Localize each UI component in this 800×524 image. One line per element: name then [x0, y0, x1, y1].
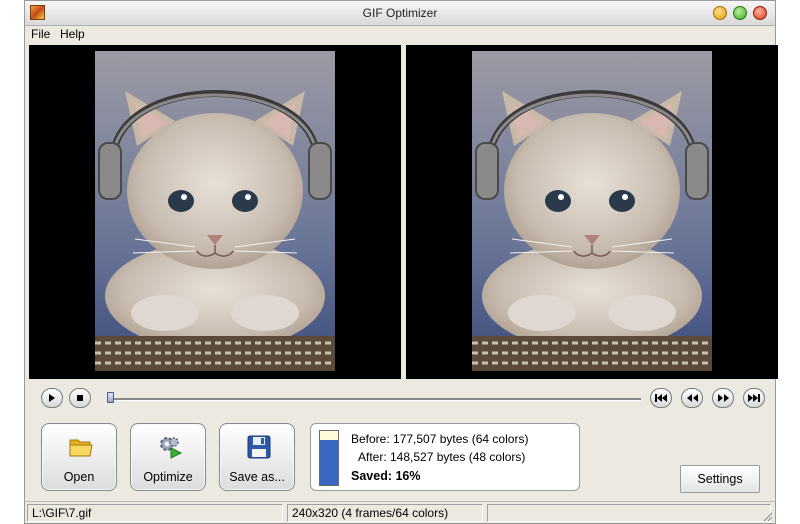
resize-grip-icon[interactable] [761, 510, 773, 522]
last-frame-icon [748, 394, 760, 402]
original-image [95, 51, 335, 371]
size-ratio-bar [319, 430, 339, 486]
minimize-button[interactable] [713, 6, 727, 20]
after-size-text: After: 148,527 bytes (48 colors) [358, 450, 526, 464]
status-image-info: 240x320 (4 frames/64 colors) [287, 504, 483, 522]
optimized-preview-pane [406, 45, 778, 379]
status-bar: L:\GIF\7.gif 240x320 (4 frames/64 colors… [25, 501, 775, 524]
optimize-button[interactable]: Optimize [130, 423, 206, 491]
stop-icon [77, 395, 83, 401]
next-frame-icon [717, 394, 729, 402]
play-button[interactable] [41, 388, 63, 408]
menu-bar: File Help [25, 25, 775, 43]
menu-file[interactable]: File [31, 27, 50, 41]
previous-frame-icon [686, 394, 698, 402]
gear-play-icon [160, 437, 183, 459]
first-frame-icon [655, 394, 667, 402]
status-file-path: L:\GIF\7.gif [27, 504, 283, 522]
title-bar: GIF Optimizer [25, 1, 775, 26]
menu-help[interactable]: Help [60, 27, 85, 41]
optimize-label: Optimize [143, 470, 193, 484]
first-frame-button[interactable] [650, 388, 672, 408]
save-as-button[interactable]: Save as... [219, 423, 295, 491]
optimized-image [472, 51, 712, 371]
settings-button[interactable]: Settings [680, 465, 760, 493]
floppy-disk-icon [247, 435, 271, 459]
folder-icon [69, 439, 93, 457]
saved-percent-text: Saved: 16% [351, 469, 421, 483]
open-button[interactable]: Open [41, 423, 117, 491]
close-button[interactable] [753, 6, 767, 20]
seek-slider-thumb[interactable] [107, 392, 114, 403]
before-size-text: Before: 177,507 bytes (64 colors) [351, 432, 529, 446]
open-label: Open [63, 470, 95, 484]
next-frame-button[interactable] [712, 388, 734, 408]
stop-button[interactable] [69, 388, 91, 408]
size-stats-panel: Before: 177,507 bytes (64 colors) After:… [310, 423, 580, 491]
original-preview-pane [29, 45, 401, 379]
previous-frame-button[interactable] [681, 388, 703, 408]
size-ratio-bar-fill [320, 440, 338, 485]
seek-track[interactable] [109, 398, 641, 401]
window-title: GIF Optimizer [362, 6, 438, 20]
last-frame-button[interactable] [743, 388, 765, 408]
app-window: GIF Optimizer File Help Open Optimize Sa… [24, 0, 778, 524]
status-extra [487, 504, 771, 522]
save-as-label: Save as... [229, 470, 285, 484]
play-icon [49, 394, 55, 402]
maximize-button[interactable] [733, 6, 747, 20]
